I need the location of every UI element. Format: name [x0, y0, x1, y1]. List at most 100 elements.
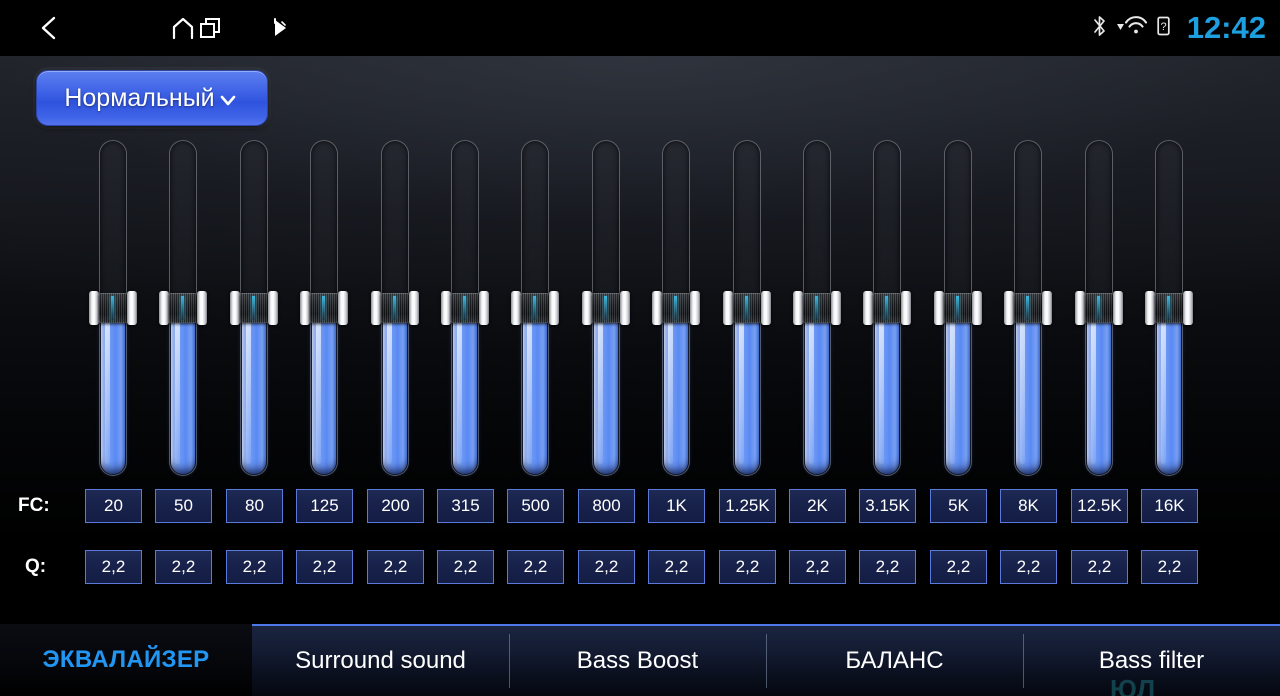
slider-thumb[interactable] [371, 291, 419, 325]
band-slider-5K[interactable] [934, 140, 982, 476]
fc-box-1.25K[interactable]: 1.25K [719, 489, 776, 523]
bluetooth-icon [1091, 14, 1108, 43]
fc-box-1K[interactable]: 1K [648, 489, 705, 523]
q-box-500[interactable]: 2,2 [507, 550, 564, 584]
q-box-125[interactable]: 2,2 [296, 550, 353, 584]
svg-text:?: ? [1160, 21, 1166, 33]
band-slider-80[interactable] [230, 140, 278, 476]
slider-thumb[interactable] [1145, 291, 1193, 325]
q-box-8K[interactable]: 2,2 [1000, 550, 1057, 584]
slider-thumb[interactable] [863, 291, 911, 325]
q-box-315[interactable]: 2,2 [437, 550, 494, 584]
fc-box-12.5K[interactable]: 12.5K [1071, 489, 1128, 523]
thumb-cap-right [690, 291, 700, 325]
back-icon[interactable] [22, 0, 78, 56]
tab-4[interactable]: БАЛАНС [766, 624, 1023, 696]
q-box-50[interactable]: 2,2 [155, 550, 212, 584]
thumb-cap-left [723, 291, 733, 325]
tab-3[interactable]: Bass Boost [509, 624, 766, 696]
fc-box-20[interactable]: 20 [85, 489, 142, 523]
slider-thumb[interactable] [1075, 291, 1123, 325]
thumb-cap-right [1183, 291, 1193, 325]
thumb-body [451, 293, 479, 323]
band-slider-12.5K[interactable] [1075, 140, 1123, 476]
thumb-cap-left [652, 291, 662, 325]
slider-fill [1016, 310, 1040, 474]
fc-box-5K[interactable]: 5K [930, 489, 987, 523]
slider-thumb[interactable] [1004, 291, 1052, 325]
fc-box-500[interactable]: 500 [507, 489, 564, 523]
tab-5[interactable]: Bass filter [1023, 624, 1280, 696]
thumb-body [803, 293, 831, 323]
band-slider-50[interactable] [159, 140, 207, 476]
q-box-3.15K[interactable]: 2,2 [859, 550, 916, 584]
fc-box-3.15K[interactable]: 3.15K [859, 489, 916, 523]
fc-box-125[interactable]: 125 [296, 489, 353, 523]
equalizer-panel: Нормальный FC: Q: 20 2,2 50 2,2 80 2,2 125 2,2 2… [0, 56, 1280, 624]
band-slider-1.25K[interactable] [723, 140, 771, 476]
fc-box-50[interactable]: 50 [155, 489, 212, 523]
q-box-16K[interactable]: 2,2 [1141, 550, 1198, 584]
fc-box-200[interactable]: 200 [367, 489, 424, 523]
slider-thumb[interactable] [652, 291, 700, 325]
slider-thumb[interactable] [230, 291, 278, 325]
q-box-2K[interactable]: 2,2 [789, 550, 846, 584]
fc-box-315[interactable]: 315 [437, 489, 494, 523]
flag-icon[interactable] [253, 0, 309, 56]
q-box-12.5K[interactable]: 2,2 [1071, 550, 1128, 584]
fc-box-8K[interactable]: 8K [1000, 489, 1057, 523]
fc-box-800[interactable]: 800 [578, 489, 635, 523]
q-box-1.25K[interactable]: 2,2 [719, 550, 776, 584]
band-slider-125[interactable] [300, 140, 348, 476]
thumb-body [662, 293, 690, 323]
equalizer-screen: ? 12:42 Нормальный FC: Q: 20 2,2 50 2,2 80 2,… [0, 0, 1280, 696]
slider-fill [242, 310, 266, 474]
slider-thumb[interactable] [89, 291, 137, 325]
slider-thumb[interactable] [511, 291, 559, 325]
thumb-cap-left [230, 291, 240, 325]
q-box-1K[interactable]: 2,2 [648, 550, 705, 584]
thumb-body [944, 293, 972, 323]
band-slider-800[interactable] [582, 140, 630, 476]
band-slider-16K[interactable] [1145, 140, 1193, 476]
thumb-cap-right [409, 291, 419, 325]
fc-box-16K[interactable]: 16K [1141, 489, 1198, 523]
slider-fill [523, 310, 547, 474]
thumb-cap-right [620, 291, 630, 325]
fc-box-80[interactable]: 80 [226, 489, 283, 523]
slider-thumb[interactable] [300, 291, 348, 325]
tab-1[interactable]: ЭКВАЛАЙЗЕР [0, 624, 252, 696]
band-slider-315[interactable] [441, 140, 489, 476]
band-slider-20[interactable] [89, 140, 137, 476]
q-box-80[interactable]: 2,2 [226, 550, 283, 584]
tab-label: Bass filter [1098, 647, 1205, 674]
slider-thumb[interactable] [723, 291, 771, 325]
fc-box-2K[interactable]: 2K [789, 489, 846, 523]
band-slider-8K[interactable] [1004, 140, 1052, 476]
slider-fill [735, 310, 759, 474]
thumb-cap-left [863, 291, 873, 325]
slider-fill [946, 310, 970, 474]
thumb-cap-left [1145, 291, 1155, 325]
slider-thumb[interactable] [934, 291, 982, 325]
tab-label: Bass Boost [576, 647, 699, 674]
recents-icon[interactable] [182, 0, 238, 56]
thumb-body [592, 293, 620, 323]
status-bar: ? 12:42 [0, 0, 1280, 56]
q-box-800[interactable]: 2,2 [578, 550, 635, 584]
q-box-20[interactable]: 2,2 [85, 550, 142, 584]
thumb-cap-right [972, 291, 982, 325]
band-slider-200[interactable] [371, 140, 419, 476]
band-slider-500[interactable] [511, 140, 559, 476]
band-slider-1K[interactable] [652, 140, 700, 476]
tab-2[interactable]: Surround sound [252, 624, 509, 696]
slider-thumb[interactable] [159, 291, 207, 325]
slider-thumb[interactable] [582, 291, 630, 325]
slider-thumb[interactable] [793, 291, 841, 325]
slider-fill [875, 310, 899, 474]
q-box-5K[interactable]: 2,2 [930, 550, 987, 584]
band-slider-3.15K[interactable] [863, 140, 911, 476]
q-box-200[interactable]: 2,2 [367, 550, 424, 584]
band-slider-2K[interactable] [793, 140, 841, 476]
slider-thumb[interactable] [441, 291, 489, 325]
